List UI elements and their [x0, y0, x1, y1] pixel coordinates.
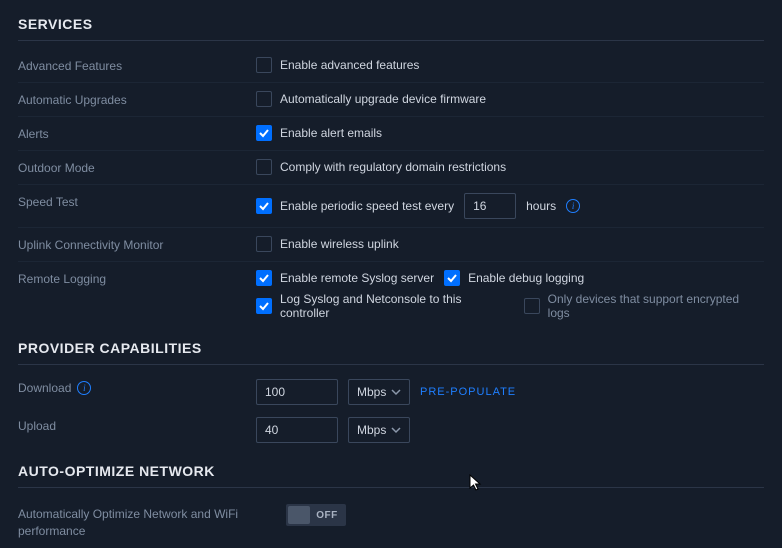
label-auto-optimize: Automatically Optimize Network and WiFi …	[18, 504, 286, 540]
toggle-state: OFF	[310, 510, 344, 521]
label-automatic-upgrades: Automatic Upgrades	[18, 91, 256, 107]
row-advanced-features: Advanced Features Enable advanced featur…	[18, 49, 764, 83]
label-download: Download i	[18, 379, 256, 395]
checkbox-alerts[interactable]	[256, 125, 272, 141]
auto-optimize-header: AUTO-OPTIMIZE NETWORK	[18, 457, 764, 488]
select-download-unit[interactable]: Mbps	[348, 379, 410, 405]
select-upload-unit[interactable]: Mbps	[348, 417, 410, 443]
checkbox-label-log-netconsole: Log Syslog and Netconsole to this contro…	[280, 292, 514, 320]
checkbox-outdoor-mode[interactable]	[256, 159, 272, 175]
services-header: SERVICES	[18, 10, 764, 41]
label-outdoor-mode: Outdoor Mode	[18, 159, 256, 175]
label-speed-test: Speed Test	[18, 193, 256, 209]
checkbox-label-speed-test: Enable periodic speed test every	[280, 199, 454, 213]
toggle-auto-optimize[interactable]: OFF	[286, 504, 346, 526]
label-remote-logging: Remote Logging	[18, 270, 256, 286]
input-upload[interactable]	[256, 417, 338, 443]
provider-header: PROVIDER CAPABILITIES	[18, 334, 764, 365]
prepopulate-link[interactable]: PRE-POPULATE	[420, 386, 516, 398]
checkbox-advanced-features[interactable]	[256, 57, 272, 73]
checkbox-label-alerts: Enable alert emails	[280, 126, 382, 140]
checkbox-remote-syslog[interactable]	[256, 270, 272, 286]
row-alerts: Alerts Enable alert emails	[18, 117, 764, 151]
select-upload-unit-value: Mbps	[357, 423, 386, 437]
checkbox-log-netconsole[interactable]	[256, 298, 272, 314]
info-icon[interactable]: i	[566, 199, 580, 213]
checkbox-speed-test[interactable]	[256, 198, 272, 214]
row-automatic-upgrades: Automatic Upgrades Automatically upgrade…	[18, 83, 764, 117]
label-upload: Upload	[18, 417, 256, 433]
row-speed-test: Speed Test Enable periodic speed test ev…	[18, 185, 764, 228]
input-speed-test-hours[interactable]	[464, 193, 516, 219]
unit-speed-test: hours	[526, 199, 556, 213]
toggle-knob	[288, 506, 310, 524]
checkbox-label-outdoor-mode: Comply with regulatory domain restrictio…	[280, 160, 506, 174]
checkbox-debug-logging[interactable]	[444, 270, 460, 286]
checkbox-label-automatic-upgrades: Automatically upgrade device firmware	[280, 92, 486, 106]
label-uplink: Uplink Connectivity Monitor	[18, 236, 256, 252]
checkbox-uplink[interactable]	[256, 236, 272, 252]
select-download-unit-value: Mbps	[357, 385, 386, 399]
row-uplink: Uplink Connectivity Monitor Enable wirel…	[18, 228, 764, 262]
checkbox-label-debug-logging: Enable debug logging	[468, 271, 584, 285]
checkbox-label-advanced-features: Enable advanced features	[280, 58, 419, 72]
input-download[interactable]	[256, 379, 338, 405]
label-download-text: Download	[18, 381, 71, 395]
checkbox-label-encrypted-only: Only devices that support encrypted logs	[548, 292, 764, 320]
checkbox-label-remote-syslog: Enable remote Syslog server	[280, 271, 434, 285]
checkbox-automatic-upgrades[interactable]	[256, 91, 272, 107]
row-remote-logging: Remote Logging Enable remote Syslog serv…	[18, 262, 764, 334]
row-outdoor-mode: Outdoor Mode Comply with regulatory doma…	[18, 151, 764, 185]
info-icon[interactable]: i	[77, 381, 91, 395]
row-auto-optimize: Automatically Optimize Network and WiFi …	[18, 496, 764, 548]
label-advanced-features: Advanced Features	[18, 57, 256, 73]
chevron-down-icon	[391, 387, 401, 397]
row-download: Download i Mbps PRE-POPULATE	[18, 373, 764, 411]
row-upload: Upload Mbps	[18, 411, 764, 457]
label-alerts: Alerts	[18, 125, 256, 141]
chevron-down-icon	[391, 425, 401, 435]
checkbox-encrypted-only[interactable]	[524, 298, 540, 314]
checkbox-label-uplink: Enable wireless uplink	[280, 237, 399, 251]
